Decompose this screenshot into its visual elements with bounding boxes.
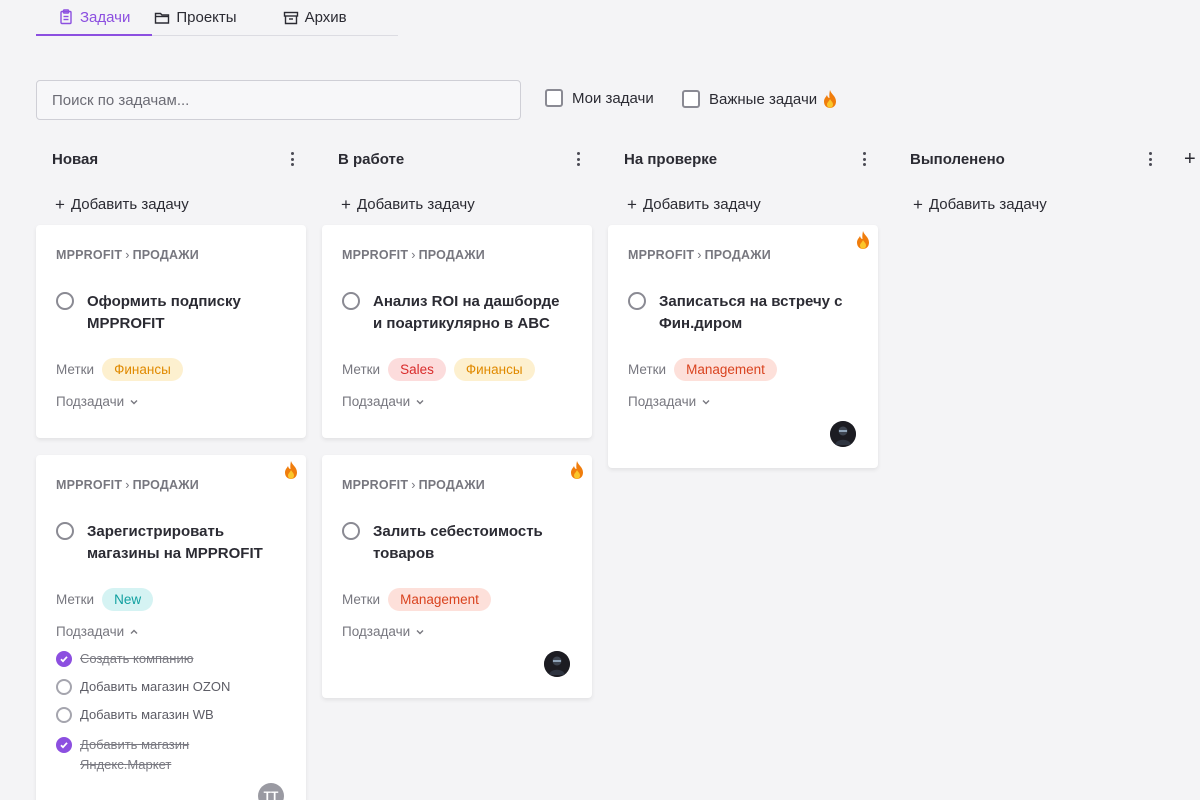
tab-label: Задачи: [80, 8, 131, 26]
plus-icon: +: [913, 195, 923, 214]
archive-icon: [283, 11, 298, 24]
task-title: Зарегистрировать магазины на MPPROFIT: [87, 523, 263, 562]
tab-label: Архив: [304, 9, 347, 26]
important-tasks-label: Важные задачи: [709, 90, 818, 108]
tab-label: Проекты: [176, 9, 237, 26]
avatar[interactable]: TT: [258, 783, 284, 800]
complete-task-checkbox[interactable]: [56, 522, 74, 540]
breadcrumb: MPPROFIT › ПРОДАЖИ: [628, 248, 771, 262]
important-tasks-filter[interactable]: Важные задачи: [682, 89, 838, 109]
fire-icon: [824, 90, 837, 108]
clipboard-icon: [60, 9, 72, 25]
subtasks-toggle[interactable]: Подзадачи: [56, 624, 139, 639]
add-column-plus-icon[interactable]: +: [1184, 148, 1196, 171]
plus-icon: +: [341, 195, 351, 214]
my-tasks-filter[interactable]: Мои задачи: [545, 89, 654, 107]
task-title: Залить себестоимость товаров: [373, 523, 543, 562]
subtasks-toggle[interactable]: Подзадачи: [628, 394, 711, 409]
column-header-done: Выполенено: [910, 148, 1005, 170]
plus-icon: +: [55, 195, 65, 214]
my-tasks-checkbox[interactable]: [545, 89, 563, 107]
add-task-button[interactable]: + Добавить задачу: [913, 196, 1047, 213]
chevron-up-icon: [130, 629, 138, 634]
column-header-review: На проверке: [624, 148, 717, 170]
labels-caption: Метки: [342, 592, 381, 607]
task-title: Оформить подписку MPPROFIT: [87, 293, 241, 332]
subtask-item[interactable]: Добавить магазин WB: [56, 707, 214, 723]
add-task-button[interactable]: + Добавить задачу: [55, 196, 189, 213]
labels-caption: Метки: [56, 592, 95, 607]
subtask-label: Создать компанию: [80, 651, 194, 666]
avatar[interactable]: [830, 421, 856, 447]
subtask-checkbox[interactable]: [56, 707, 72, 723]
plus-icon: +: [627, 195, 637, 214]
complete-task-checkbox[interactable]: [628, 292, 646, 310]
avatar[interactable]: [544, 651, 570, 677]
column-menu-button[interactable]: [287, 150, 297, 168]
tab-archive[interactable]: Архив: [259, 0, 369, 35]
fire-icon: [285, 461, 297, 479]
subtask-label: Добавить магазин OZON: [80, 679, 231, 694]
subtasks-toggle[interactable]: Подзадачи: [56, 394, 139, 409]
column-header-in-progress: В работе: [338, 148, 404, 170]
subtask-item[interactable]: Создать компанию: [56, 651, 193, 667]
fire-icon: [857, 231, 869, 249]
tag-sales[interactable]: Sales: [388, 358, 446, 381]
tag-management[interactable]: Management: [674, 358, 777, 381]
subtask-checked-icon[interactable]: [56, 651, 72, 667]
task-card[interactable]: MPPROFIT › ПРОДАЖИ Анализ ROI на дашборде …: [322, 225, 592, 438]
tag-management[interactable]: Management: [388, 588, 491, 611]
task-card[interactable]: MPPROFIT › ПРОДАЖИ Залить себестоимость то…: [322, 455, 592, 698]
column-title: На проверке: [624, 150, 718, 168]
column-menu-button[interactable]: [573, 150, 583, 168]
complete-task-checkbox[interactable]: [342, 522, 360, 540]
breadcrumb: MPPROFIT › ПРОДАЖИ: [56, 248, 199, 262]
column-title: Выполенено: [910, 150, 1005, 168]
breadcrumb: MPPROFIT › ПРОДАЖИ: [342, 478, 485, 492]
tag-finance[interactable]: Финансы: [453, 358, 535, 381]
complete-task-checkbox[interactable]: [342, 292, 360, 310]
subtask-checkbox[interactable]: [56, 679, 72, 695]
labels-caption: Метки: [628, 362, 667, 377]
column-title: В работе: [338, 150, 405, 168]
labels-caption: Метки: [342, 362, 381, 377]
subtask-label: Добавить магазин Яндекс.Маркет: [80, 737, 190, 772]
subtask-item[interactable]: Добавить магазин OZON: [56, 679, 230, 695]
task-card[interactable]: MPPROFIT › ПРОДАЖИ Зарегистрировать магази…: [36, 455, 306, 800]
search-input[interactable]: [36, 80, 521, 120]
subtasks-toggle[interactable]: Подзадачи: [342, 624, 425, 639]
subtask-item[interactable]: Добавить магазин Яндекс.Маркет: [56, 735, 206, 775]
column-menu-button[interactable]: [859, 150, 869, 168]
labels-caption: Метки: [56, 362, 95, 377]
tab-bar: Задачи Проекты Архив: [36, 0, 398, 36]
important-tasks-checkbox[interactable]: [682, 90, 700, 108]
chevron-down-icon: [416, 629, 424, 634]
add-task-button[interactable]: + Добавить задачу: [627, 196, 761, 213]
breadcrumb: MPPROFIT › ПРОДАЖИ: [342, 248, 485, 262]
breadcrumb: MPPROFIT › ПРОДАЖИ: [56, 478, 199, 492]
tab-projects[interactable]: Проекты: [152, 0, 258, 35]
tab-tasks[interactable]: Задачи: [36, 0, 153, 36]
add-task-button[interactable]: + Добавить задачу: [341, 196, 475, 213]
tag-new[interactable]: New: [102, 588, 154, 611]
chevron-down-icon: [416, 399, 424, 404]
column-header-new: Новая: [52, 148, 98, 170]
task-title: Анализ ROI на дашборде и поартикулярно в…: [373, 293, 560, 332]
fire-icon: [571, 461, 583, 479]
subtask-label: Добавить магазин WB: [80, 707, 214, 722]
folder-icon: [155, 12, 170, 24]
chevron-down-icon: [130, 399, 138, 404]
task-card[interactable]: MPPROFIT › ПРОДАЖИ Записаться на встречу с…: [608, 225, 878, 468]
chevron-down-icon: [702, 399, 710, 404]
column-menu-button[interactable]: [1145, 150, 1155, 168]
my-tasks-label: Мои задачи: [572, 89, 654, 107]
tag-finance[interactable]: Финансы: [102, 358, 183, 381]
column-title: Новая: [52, 150, 99, 168]
task-title: Записаться на встречу с Фин.диром: [659, 293, 843, 332]
subtasks-toggle[interactable]: Подзадачи: [342, 394, 425, 409]
complete-task-checkbox[interactable]: [56, 292, 74, 310]
subtask-checked-icon[interactable]: [56, 737, 72, 753]
task-card[interactable]: MPPROFIT › ПРОДАЖИ Оформить подписку MPPRO…: [36, 225, 306, 438]
